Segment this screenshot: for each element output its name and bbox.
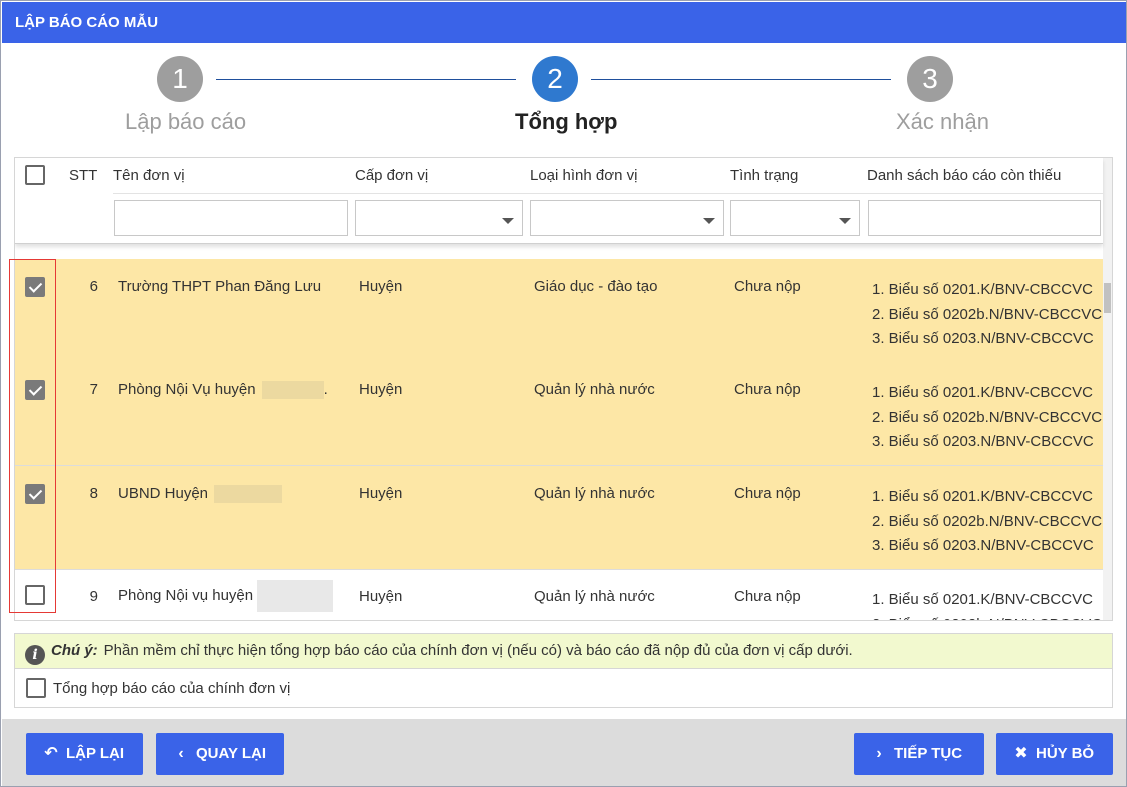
- row-unit-level: Huyện: [359, 278, 403, 295]
- missing-reports-filter-input[interactable]: [868, 200, 1101, 236]
- table-row[interactable]: 7 Phòng Nội Vụ huyện. Huyện Quản lý nhà …: [15, 362, 1103, 466]
- row-missing-reports: 1. Biểu số 0201.K/BNV-CBCCVC 2. Biểu số …: [872, 485, 1103, 559]
- step-1-label: Lập báo cáo: [125, 109, 247, 134]
- row-stt: 8: [89, 485, 98, 502]
- row-unit-name-cell: Phòng Nội Vụ huyện.: [118, 381, 328, 400]
- row-unit-type: Quản lý nhà nước: [534, 381, 655, 398]
- redacted-text: [214, 485, 283, 504]
- row-status: Chưa nộp: [734, 485, 801, 502]
- self-report-label[interactable]: Tổng hợp báo cáo của chính đơn vị: [53, 680, 290, 697]
- grid-scrollbar-thumb[interactable]: [1104, 283, 1111, 313]
- report-dialog: LẬP BÁO CÁO MẪU 1 Lập báo cáo 2 Tổng hợp…: [0, 0, 1127, 787]
- col-header-missing-reports[interactable]: Danh sách báo cáo còn thiếu: [867, 167, 1061, 184]
- missing-report-item: 3. Biểu số 0203.N/BNV-CBCCVC: [872, 433, 1094, 450]
- row-unit-type: Quản lý nhà nước: [534, 485, 655, 502]
- missing-report-item: 2. Biểu số 0202b.N/BNV-CBCCVC: [872, 613, 1103, 621]
- close-icon: ✖: [1014, 745, 1028, 762]
- next-button-label: TIẾP TỤC: [894, 745, 963, 762]
- row-unit-name: Trường THPT Phan Đăng Lưu: [118, 278, 322, 295]
- row-stt: 9: [89, 588, 98, 605]
- row-unit-level: Huyện: [359, 588, 403, 605]
- redacted-text: [257, 580, 334, 612]
- cancel-button[interactable]: ✖ HỦY BỎ: [996, 733, 1113, 775]
- chevron-left-icon: ‹: [178, 745, 184, 762]
- missing-report-item: 3. Biểu số 0203.N/BNV-CBCCVC: [872, 330, 1094, 347]
- wizard-stepper: 1 Lập báo cáo 2 Tổng hợp 3 Xác nhận: [1, 43, 1126, 148]
- reset-button-label: LẬP LẠI: [66, 745, 125, 762]
- missing-report-item: 1. Biểu số 0201.K/BNV-CBCCVC: [872, 488, 1093, 505]
- row-unit-name-suffix: .: [323, 381, 328, 398]
- dialog-footer: ↶ LẬP LẠI ‹ QUAY LẠI › TIẾP TỤC ✖ HỦY BỎ: [2, 719, 1126, 786]
- header-divider: [113, 193, 1103, 194]
- reset-button[interactable]: ↶ LẬP LẠI: [26, 733, 143, 775]
- step-2-circle: 2: [532, 56, 578, 102]
- missing-report-item: 3. Biểu số 0203.N/BNV-CBCCVC: [872, 537, 1094, 554]
- row-unit-name: UBND Huyện: [118, 485, 209, 502]
- notice-bar: i Chú ý: Phần mềm chỉ thực hiện tổng hợp b…: [14, 633, 1113, 669]
- step-3-circle: 3: [907, 56, 953, 102]
- row-stt: 6: [89, 278, 98, 295]
- row-unit-level: Huyện: [359, 381, 403, 398]
- row-status: Chưa nộp: [734, 278, 801, 295]
- status-filter-select[interactable]: [730, 200, 860, 236]
- row-unit-type: Giáo dục - đào tạo: [534, 278, 658, 295]
- table-row[interactable]: 9 Phòng Nội vụ huyện Huyện Quản lý nhà n…: [15, 569, 1103, 621]
- back-button-label: QUAY LẠI: [196, 745, 267, 762]
- notice-text: Phần mềm chỉ thực hiện tổng hợp báo cáo …: [103, 642, 853, 659]
- col-header-stt: STT: [69, 167, 98, 184]
- grid-header: STT Tên đơn vị Cấp đơn vị Loại hình đơn …: [15, 158, 1103, 244]
- missing-report-item: 1. Biểu số 0201.K/BNV-CBCCVC: [872, 384, 1093, 401]
- row-unit-name-cell: Phòng Nội vụ huyện: [118, 580, 334, 612]
- row-status: Chưa nộp: [734, 588, 801, 605]
- row-missing-reports: 1. Biểu số 0201.K/BNV-CBCCVC 2. Biểu số …: [872, 381, 1103, 455]
- missing-report-item: 2. Biểu số 0202b.N/BNV-CBCCVC: [872, 512, 1103, 530]
- step-connector: [216, 79, 516, 80]
- info-icon: i: [25, 645, 45, 665]
- missing-report-item: 2. Biểu số 0202b.N/BNV-CBCCVC: [872, 408, 1103, 426]
- missing-report-item: 1. Biểu số 0201.K/BNV-CBCCVC: [872, 591, 1093, 608]
- selection-highlight-box: [9, 259, 56, 613]
- missing-report-item: 1. Biểu số 0201.K/BNV-CBCCVC: [872, 281, 1093, 298]
- step-3-label: Xác nhận: [896, 109, 989, 134]
- units-grid: STT Tên đơn vị Cấp đơn vị Loại hình đơn …: [14, 157, 1113, 621]
- missing-report-item: 2. Biểu số 0202b.N/BNV-CBCCVC: [872, 305, 1103, 323]
- col-header-unit-name[interactable]: Tên đơn vị: [113, 167, 185, 184]
- row-unit-type: Quản lý nhà nước: [534, 588, 655, 605]
- notice-label: Chú ý:: [51, 642, 98, 659]
- cancel-button-label: HỦY BỎ: [1036, 745, 1095, 762]
- row-unit-name: Phòng Nội Vụ huyện: [118, 381, 256, 398]
- col-header-status[interactable]: Tình trạng: [730, 167, 798, 184]
- row-stt: 7: [89, 381, 98, 398]
- table-row[interactable]: 6 Trường THPT Phan Đăng Lưu Huyện Giáo d…: [15, 259, 1103, 363]
- unit-type-filter-select[interactable]: [530, 200, 724, 236]
- dialog-title: LẬP BÁO CÁO MẪU: [2, 2, 1126, 43]
- row-unit-name-cell: UBND Huyện: [118, 485, 283, 504]
- grid-scrollbar[interactable]: [1103, 158, 1112, 620]
- col-header-unit-level[interactable]: Cấp đơn vị: [355, 167, 428, 184]
- redacted-text: [261, 381, 324, 400]
- row-unit-name: Phòng Nội vụ huyện: [118, 586, 254, 604]
- back-button[interactable]: ‹ QUAY LẠI: [156, 733, 284, 775]
- chevron-right-icon: ›: [876, 745, 882, 762]
- select-all-checkbox[interactable]: [25, 165, 45, 185]
- unit-name-filter-input[interactable]: [114, 200, 348, 236]
- grid-body: 6 Trường THPT Phan Đăng Lưu Huyện Giáo d…: [15, 244, 1103, 620]
- row-status: Chưa nộp: [734, 381, 801, 398]
- col-header-unit-type[interactable]: Loại hình đơn vị: [530, 167, 637, 184]
- self-report-checkbox[interactable]: [26, 678, 46, 698]
- unit-level-filter-select[interactable]: [355, 200, 523, 236]
- row-missing-reports: 1. Biểu số 0201.K/BNV-CBCCVC 2. Biểu số …: [872, 588, 1103, 621]
- self-report-option[interactable]: Tổng hợp báo cáo của chính đơn vị: [14, 669, 1113, 708]
- step-connector: [591, 79, 891, 80]
- step-2-label: Tổng hợp: [515, 109, 618, 134]
- next-button[interactable]: › TIẾP TỤC: [854, 733, 984, 775]
- step-1-circle: 1: [157, 56, 203, 102]
- table-row[interactable]: 8 UBND Huyện Huyện Quản lý nhà nước Chưa…: [15, 466, 1103, 570]
- row-missing-reports: 1. Biểu số 0201.K/BNV-CBCCVC 2. Biểu số …: [872, 278, 1103, 352]
- undo-icon: ↶: [44, 745, 58, 762]
- row-unit-level: Huyện: [359, 485, 403, 502]
